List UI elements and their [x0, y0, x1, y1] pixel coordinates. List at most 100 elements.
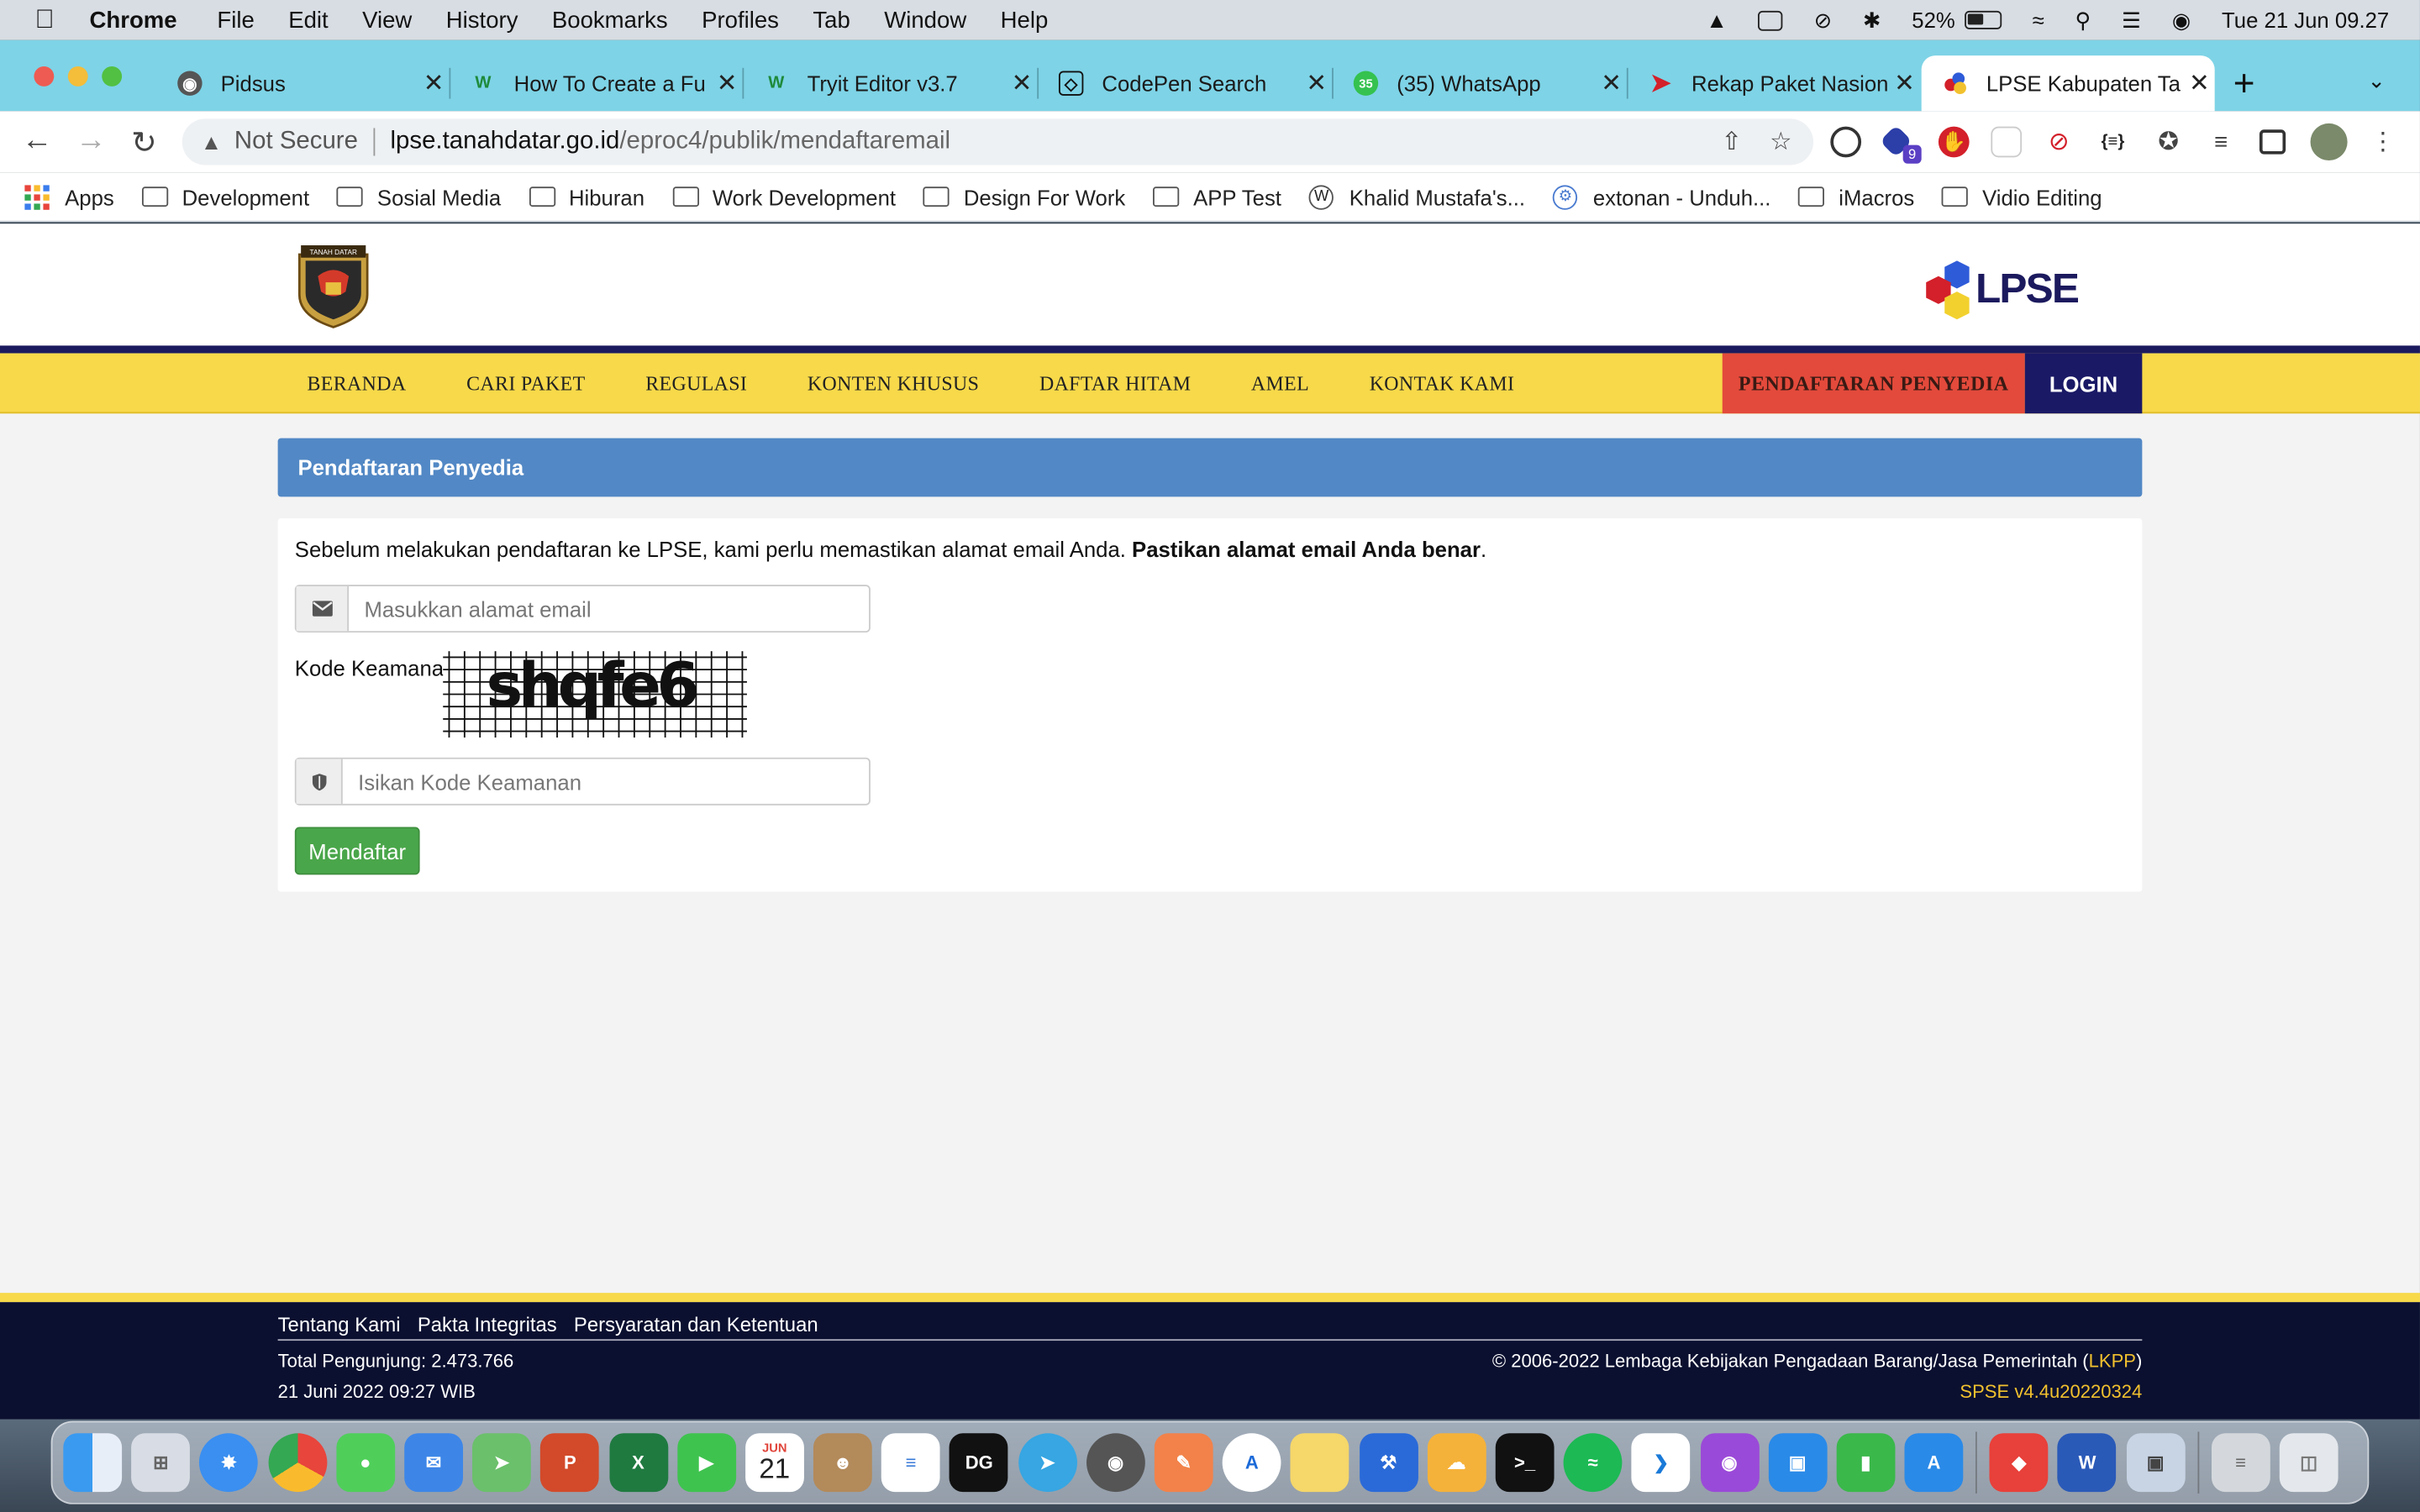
tab-whatsapp[interactable]: 35 (35) WhatsApp ✕ [1332, 55, 1628, 111]
tableplus-icon[interactable]: ◉ [1086, 1433, 1145, 1493]
facetime-icon[interactable]: ▶ [676, 1433, 736, 1493]
nav-regulasi[interactable]: REGULASI [645, 371, 747, 396]
bookmark-development[interactable]: Development [141, 184, 309, 209]
control-center-icon[interactable]: ☰ [2122, 7, 2141, 33]
email-input[interactable] [349, 585, 870, 632]
bluetooth-icon[interactable]: ✱ [1863, 7, 1881, 33]
bookmark-apps[interactable]: Apps [24, 184, 114, 209]
puzzle-extensions-icon[interactable]: ✪ [2153, 127, 2184, 158]
siri-icon[interactable]: ◉ [2172, 7, 2191, 33]
downloads-icon[interactable]: ≡ [2211, 1433, 2270, 1493]
notes-icon[interactable] [1291, 1433, 1349, 1493]
tab-close-icon[interactable]: ✕ [1889, 68, 1920, 99]
share-icon[interactable]: ⇧ [1721, 127, 1742, 158]
tab-close-icon[interactable]: ✕ [1596, 68, 1627, 99]
warning-triangle-icon[interactable]: ▲ [201, 129, 222, 154]
podcasts-icon[interactable]: ◉ [1700, 1433, 1759, 1493]
tab-how-to-create[interactable]: W How To Create a Fu ✕ [449, 55, 744, 111]
status-app-icon[interactable]: ▲ [1706, 8, 1727, 32]
nav-pendaftaran-penyedia[interactable]: PENDAFTARAN PENYEDIA [1722, 353, 2025, 414]
tab-codepen-search[interactable]: ◇ CodePen Search ✕ [1037, 55, 1334, 111]
mail-icon[interactable]: ✉ [404, 1433, 463, 1493]
lpse-logo[interactable]: LPSE [1923, 249, 2106, 329]
footer-link-tentang-kami[interactable]: Tentang Kami [278, 1313, 401, 1336]
tab-tryit-editor[interactable]: W Tryit Editor v3.7 ✕ [742, 55, 1039, 111]
contacts-icon[interactable]: ☻ [813, 1433, 872, 1493]
mendaftar-button[interactable]: Mendaftar [294, 827, 420, 875]
bookmark-khalid-mustafa[interactable]: W Khalid Mustafa's... [1309, 184, 1525, 209]
datagrip-icon[interactable]: DG [950, 1433, 1009, 1493]
back-arrow-icon[interactable]: ← [22, 123, 53, 159]
menu-app-chrome[interactable]: Chrome [90, 7, 177, 33]
wifi-icon[interactable]: ≈ [2033, 8, 2044, 32]
calendar-icon[interactable]: JUN 21 [744, 1433, 804, 1493]
tab-lpse-kabupaten[interactable]: LPSE Kabupaten Ta ✕ [1921, 55, 2215, 112]
eye-off-icon[interactable]: ⊘ [2044, 127, 2075, 158]
pencil-icon[interactable]: ✎ [1154, 1433, 1213, 1493]
messages-icon[interactable]: ● [335, 1433, 395, 1493]
zoom-window-button[interactable] [102, 66, 123, 87]
nav-konten-khusus[interactable]: KONTEN KHUSUS [808, 371, 979, 396]
vscode-icon[interactable]: ❯ [1631, 1433, 1691, 1493]
preview-icon[interactable]: ▣ [2126, 1433, 2186, 1493]
close-window-button[interactable] [34, 66, 55, 87]
json-viewer-icon[interactable]: {≡} [2097, 127, 2128, 158]
terminal-icon[interactable]: >_ [1495, 1433, 1555, 1493]
media-queue-icon[interactable]: ≡ [2206, 127, 2237, 158]
tab-close-icon[interactable]: ✕ [418, 68, 450, 99]
footer-link-pakta-integritas[interactable]: Pakta Integritas [418, 1313, 557, 1336]
forward-arrow-icon[interactable]: → [76, 123, 107, 159]
security-code-input[interactable] [342, 759, 870, 804]
tab-pidsus[interactable]: ◉ Pidsus ✕ [156, 55, 451, 111]
extension-grid-icon[interactable] [1991, 126, 2023, 158]
footer-link-persyaratan[interactable]: Persyaratan dan Ketentuan [574, 1313, 818, 1336]
safari-icon[interactable]: ✸ [199, 1433, 259, 1493]
menu-bookmarks[interactable]: Bookmarks [552, 7, 668, 33]
bookmark-star-icon[interactable]: ☆ [1770, 127, 1791, 158]
minimize-window-button[interactable] [67, 66, 88, 87]
nav-daftar-hitam[interactable]: DAFTAR HITAM [1039, 371, 1191, 396]
bookmark-hiburan[interactable]: Hiburan [529, 184, 644, 209]
powerpoint-icon[interactable]: P [540, 1433, 600, 1493]
nav-kontak-kami[interactable]: KONTAK KAMI [1370, 371, 1515, 396]
menubar-clock[interactable]: Tue 21 Jun 09.27 [2222, 8, 2389, 32]
battery-status[interactable]: 52% [1912, 8, 2002, 33]
side-panel-icon[interactable] [2259, 129, 2286, 155]
bookmark-design-for-work[interactable]: Design For Work [923, 184, 1125, 209]
spotlight-search-icon[interactable]: ⚲ [2075, 7, 2091, 33]
new-tab-plus-icon[interactable]: + [2233, 63, 2255, 106]
menu-file[interactable]: File [217, 7, 254, 33]
menu-history[interactable]: History [446, 7, 518, 33]
bookmark-vidio-editing[interactable]: Vidio Editing [1942, 184, 2102, 209]
tab-close-icon[interactable]: ✕ [1007, 68, 1038, 99]
lkpp-link[interactable]: LKPP [2089, 1350, 2136, 1372]
keyboard-icon[interactable] [1758, 9, 1783, 30]
keynote-icon[interactable]: ▣ [1768, 1433, 1828, 1493]
menu-view[interactable]: View [362, 7, 412, 33]
tab-close-icon[interactable]: ✕ [712, 68, 743, 99]
chrome-icon[interactable] [267, 1433, 327, 1493]
tanah-datar-crest-logo[interactable]: TANAH DATAR [295, 242, 372, 328]
word-icon[interactable]: W [2058, 1433, 2117, 1493]
nav-beranda[interactable]: BERANDA [308, 371, 407, 396]
telegram-icon[interactable]: ➤ [1018, 1433, 1077, 1493]
excel-icon[interactable]: X [608, 1433, 668, 1493]
appstore-icon[interactable]: A [1904, 1433, 1964, 1493]
bookmark-app-test[interactable]: APP Test [1153, 184, 1281, 209]
launchpad-icon[interactable]: ⊞ [131, 1433, 191, 1493]
not-secure-label[interactable]: Not Secure [234, 128, 358, 155]
menu-help[interactable]: Help [1001, 7, 1049, 33]
menu-tab[interactable]: Tab [813, 7, 850, 33]
bookmark-sosial-media[interactable]: Sosial Media [337, 184, 501, 209]
extension-loop-icon[interactable] [1830, 126, 1862, 158]
finder-icon[interactable] [63, 1433, 123, 1493]
numbers-icon[interactable]: ▮ [1836, 1433, 1896, 1493]
sound-muted-icon[interactable]: ⊘ [1814, 7, 1833, 33]
typora-icon[interactable]: A [1223, 1433, 1281, 1493]
tab-rekap-paket[interactable]: ➤ Rekap Paket Nasion ✕ [1627, 55, 1920, 111]
cyberduck-icon[interactable]: ☁ [1427, 1433, 1486, 1493]
reminders-icon[interactable]: ≡ [881, 1433, 941, 1493]
nav-login-button[interactable]: LOGIN [2024, 353, 2143, 414]
tab-close-icon[interactable]: ✕ [1301, 68, 1332, 99]
adblock-icon[interactable]: ✋ [1938, 126, 1970, 158]
